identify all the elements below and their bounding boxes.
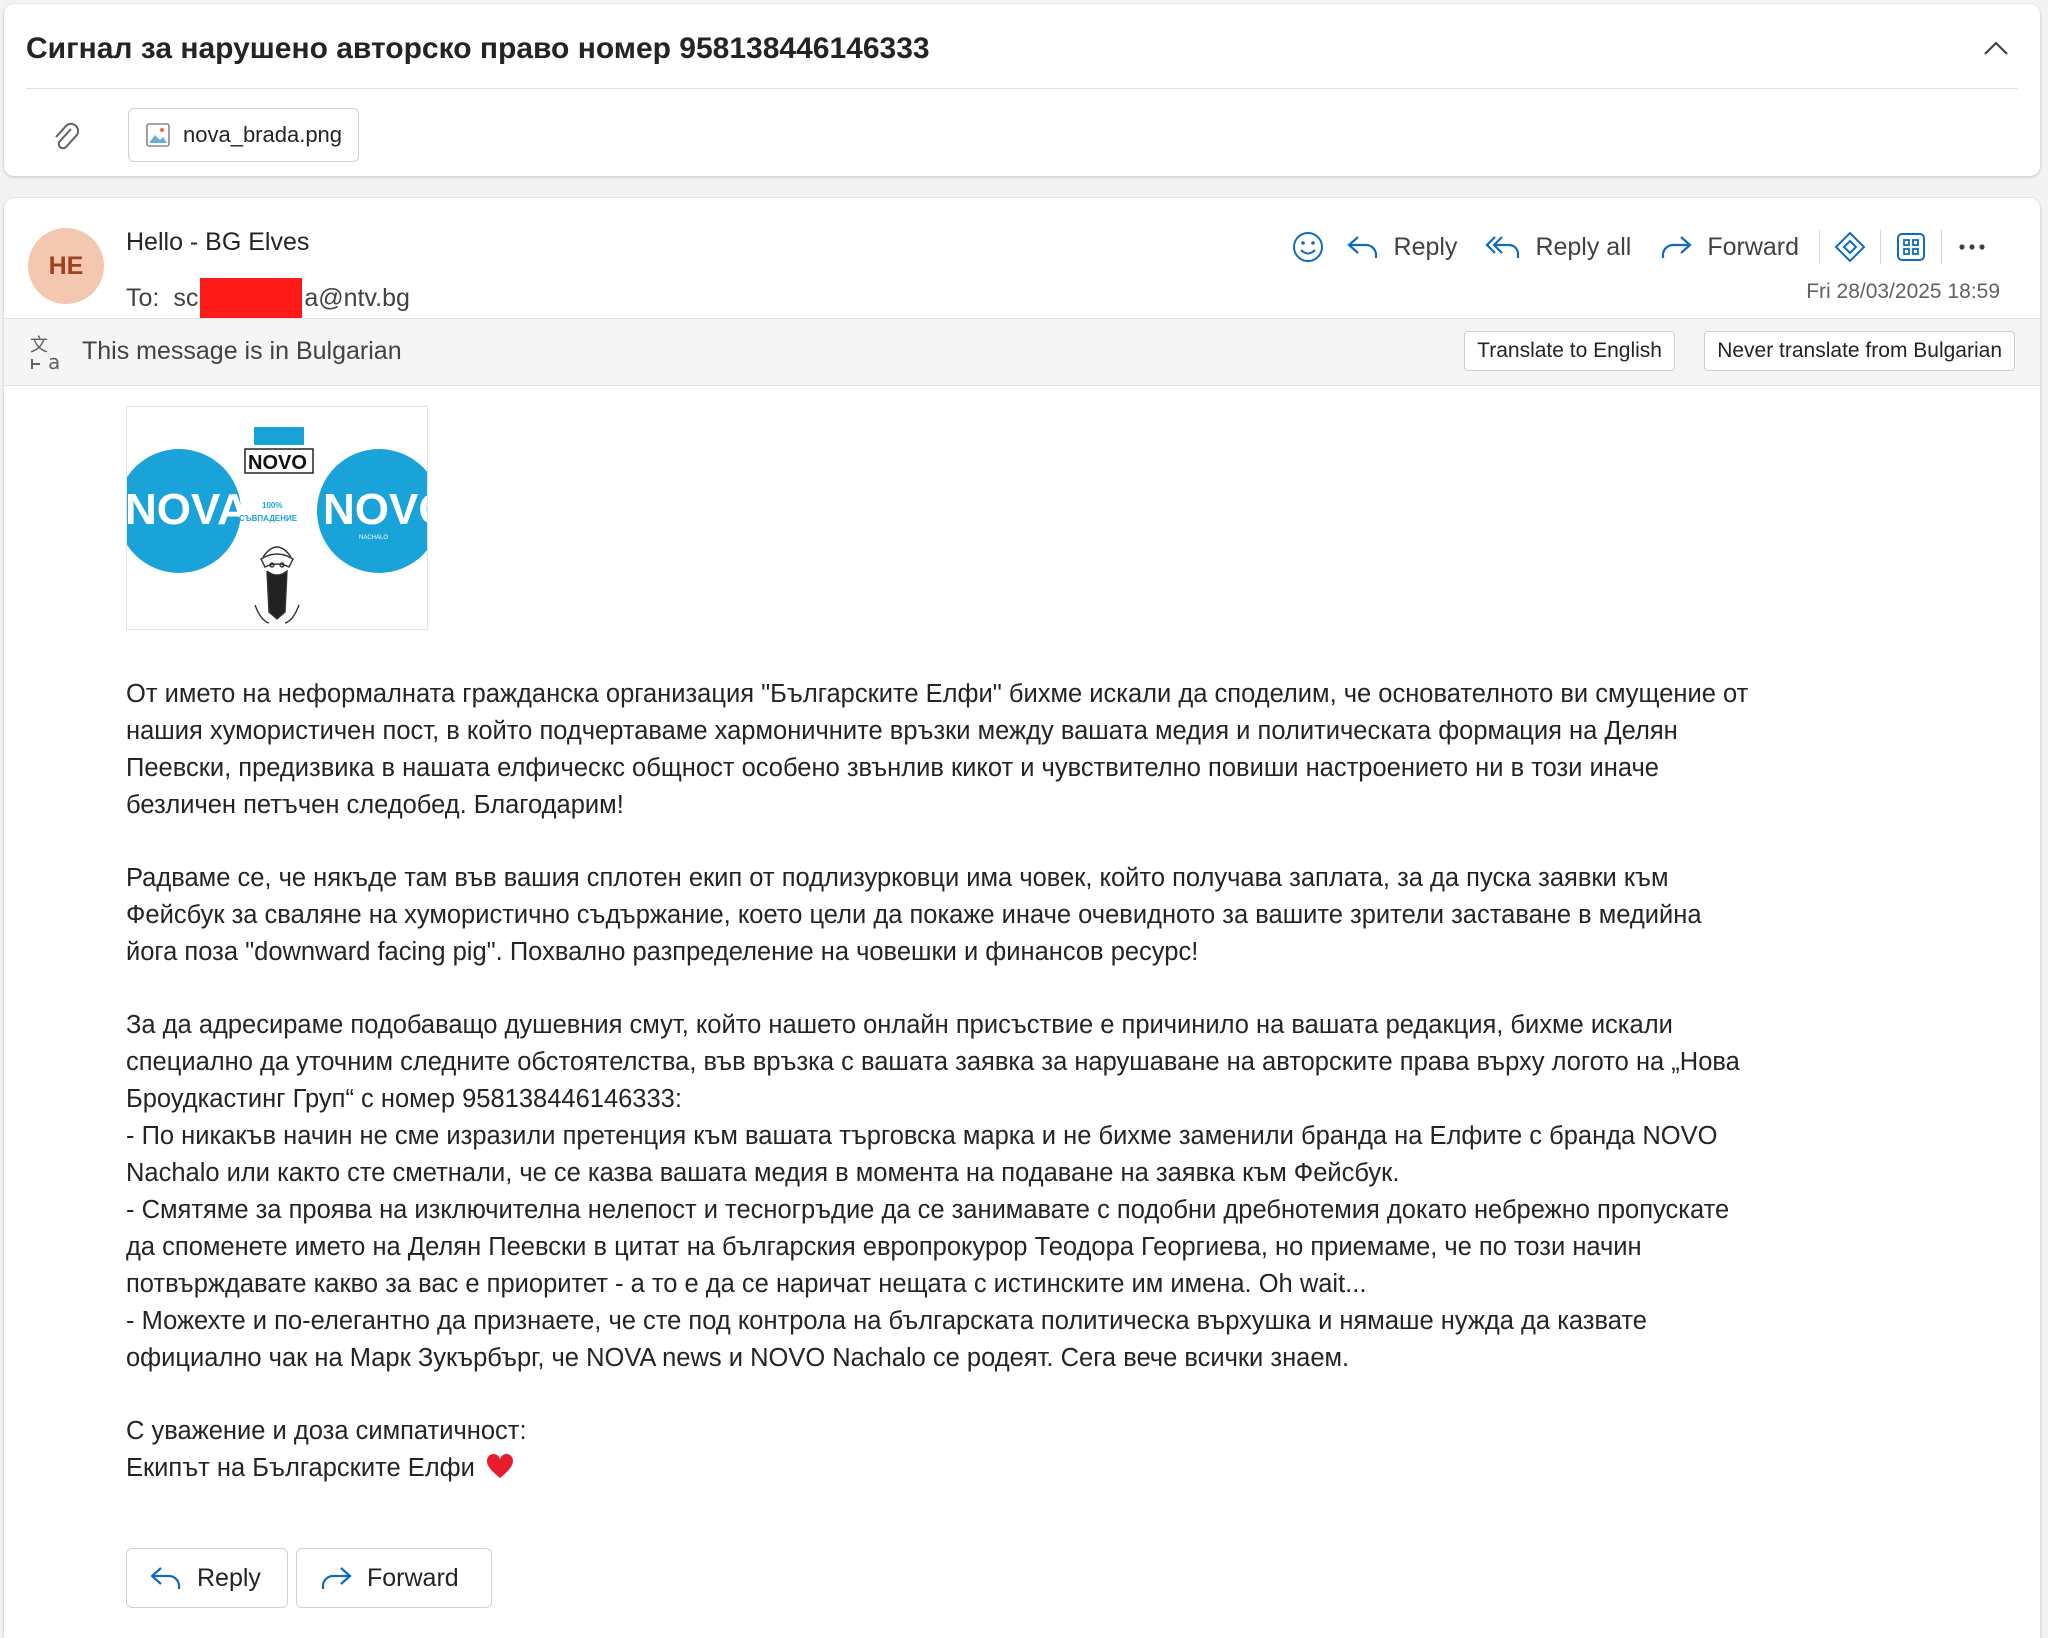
react-button[interactable] bbox=[1284, 223, 1332, 271]
redaction-box bbox=[200, 278, 303, 318]
avatar: HE bbox=[28, 228, 104, 304]
chevron-up-icon bbox=[1984, 41, 2008, 55]
attachment-filename: nova_brada.png bbox=[183, 122, 343, 147]
recipient-suffix: a@ntv.bg bbox=[304, 283, 410, 312]
translate-icon: 文 a bbox=[30, 335, 60, 373]
text-line: Пеевски, предизвика в нашата елфическс о… bbox=[126, 754, 1659, 782]
reply-icon bbox=[150, 1567, 181, 1589]
top-novo-text: NOVO bbox=[248, 452, 307, 474]
text-line: - По никакъв начин не сме изразили прете… bbox=[126, 1122, 1718, 1150]
signoff-line: С уважение и доза симпатичност: bbox=[126, 1417, 527, 1445]
embedded-logo-image[interactable]: NOVA NOVO NACHALO NOVO 100% СЪВПАДЕНИЕ bbox=[126, 406, 428, 630]
text-line: - Смятяме за проява на изключителна неле… bbox=[126, 1196, 1730, 1224]
recipient-line: To: sc a@ntv.bg bbox=[126, 278, 410, 318]
apps-button[interactable] bbox=[1887, 223, 1935, 271]
heart-icon bbox=[486, 1453, 513, 1478]
reply-all-label: Reply all bbox=[1535, 232, 1632, 261]
text-line: - Можехте и по-елегантно да признаете, ч… bbox=[126, 1307, 1647, 1335]
novo-logo-text: NOVO bbox=[323, 485, 427, 534]
subject-card: Сигнал за нарушено авторско право номер … bbox=[4, 4, 2040, 176]
action-separator bbox=[1880, 230, 1881, 264]
to-label: To: bbox=[126, 283, 160, 312]
signature-text: Екипът на Българските Елфи bbox=[126, 1454, 475, 1482]
top-blue-bar bbox=[254, 427, 304, 445]
text-line: официално чак на Марк Зукърбърг, че NOVA… bbox=[126, 1344, 1350, 1372]
reply-icon bbox=[1346, 236, 1377, 258]
match-label: СЪВПАДЕНИЕ bbox=[239, 514, 298, 523]
text-line: Фейсбук за сваляне на хумористично съдър… bbox=[126, 901, 1702, 929]
sender-name[interactable]: Hello - BG Elves bbox=[126, 228, 309, 257]
reply-label: Reply bbox=[1393, 232, 1458, 261]
image-file-icon bbox=[146, 123, 170, 147]
paperclip-icon bbox=[55, 122, 80, 150]
novo-subtext: NACHALO bbox=[359, 535, 388, 541]
forward-icon bbox=[321, 1567, 352, 1589]
reply-all-icon bbox=[1485, 236, 1520, 258]
reply-button[interactable]: Reply bbox=[1332, 233, 1472, 262]
nova-logo-text: NOVA bbox=[127, 485, 249, 534]
message-date: Fri 28/03/2025 18:59 bbox=[1806, 280, 2000, 303]
email-subject: Сигнал за нарушено авторско право номер … bbox=[26, 32, 930, 65]
forward-button[interactable]: Forward bbox=[1645, 233, 1813, 262]
footer-forward-label: Forward bbox=[367, 1563, 459, 1592]
text-line: да споменете името на Делян Пеевски в ци… bbox=[126, 1233, 1642, 1261]
more-actions-button[interactable] bbox=[1948, 223, 1996, 271]
logo-comparison-graphic: NOVA NOVO NACHALO NOVO 100% СЪВПАДЕНИЕ bbox=[127, 407, 427, 629]
svg-text:a: a bbox=[48, 350, 60, 373]
signature-line: Екипът на Българските Елфи bbox=[126, 1450, 1986, 1487]
text-line: Радваме се, че някъде там във вашия спло… bbox=[126, 864, 1669, 892]
text-line: Nachalo или както сте сметнали, че се ка… bbox=[126, 1159, 1400, 1187]
text-line: безличен петъчен следобед. Благодарим! bbox=[126, 791, 624, 819]
footer-forward-button[interactable]: Forward bbox=[296, 1548, 492, 1608]
apps-grid-icon bbox=[1897, 233, 1925, 261]
forward-icon bbox=[1662, 236, 1692, 258]
copilot-button[interactable] bbox=[1826, 223, 1874, 271]
text-line: Броудкастинг Груп“ с номер 9581384461463… bbox=[126, 1085, 682, 1113]
match-percent: 100% bbox=[262, 501, 282, 510]
action-separator bbox=[1819, 230, 1820, 264]
forward-label: Forward bbox=[1707, 232, 1799, 261]
smiley-icon bbox=[1292, 232, 1323, 262]
message-actions: Reply Reply all Forward bbox=[1284, 222, 1996, 272]
message-body: От името на неформалната гражданска орга… bbox=[126, 676, 1986, 1523]
body-paragraph-3: За да адресираме подобаващо душевния сму… bbox=[126, 1007, 1986, 1377]
copilot-diamond-icon bbox=[1834, 231, 1866, 263]
text-line: специално да уточним следните обстоятелс… bbox=[126, 1048, 1740, 1076]
subject-divider bbox=[26, 88, 2018, 89]
action-separator bbox=[1941, 230, 1942, 264]
text-line: От името на неформалната гражданска орга… bbox=[126, 680, 1749, 708]
text-line: йога поза "downward facing pig". Похвалн… bbox=[126, 938, 1199, 966]
recipient-prefix: sc bbox=[173, 283, 199, 312]
reply-all-button[interactable]: Reply all bbox=[1471, 233, 1645, 262]
translate-to-english-button[interactable]: Translate to English bbox=[1464, 331, 1675, 371]
footer-reply-button[interactable]: Reply bbox=[126, 1548, 288, 1608]
translation-bar: 文 a This message is in Bulgarian Transla… bbox=[4, 318, 2040, 386]
signature-block: С уважение и доза симпатичност: Екипът н… bbox=[126, 1413, 1986, 1487]
attachment-chip[interactable]: nova_brada.png bbox=[128, 108, 360, 162]
message-card: HE Hello - BG Elves To: sc a@ntv.bg Repl… bbox=[4, 198, 2040, 1638]
translation-message: This message is in Bulgarian bbox=[82, 337, 402, 365]
body-paragraph-1: От името на неформалната гражданска орга… bbox=[126, 676, 1986, 824]
text-line: нашия хумористичен пост, в който подчерт… bbox=[126, 717, 1678, 745]
more-icon bbox=[1959, 244, 1985, 250]
body-paragraph-2: Радваме се, че някъде там във вашия спло… bbox=[126, 860, 1986, 971]
text-line: За да адресираме подобаващо душевния сму… bbox=[126, 1011, 1673, 1039]
svg-text:文: 文 bbox=[30, 335, 48, 356]
footer-reply-label: Reply bbox=[197, 1563, 261, 1592]
never-translate-button[interactable]: Never translate from Bulgarian bbox=[1704, 331, 2015, 371]
text-line: потвърждавате какво за вас е приоритет -… bbox=[126, 1270, 1367, 1298]
collapse-button[interactable] bbox=[1978, 30, 2014, 66]
